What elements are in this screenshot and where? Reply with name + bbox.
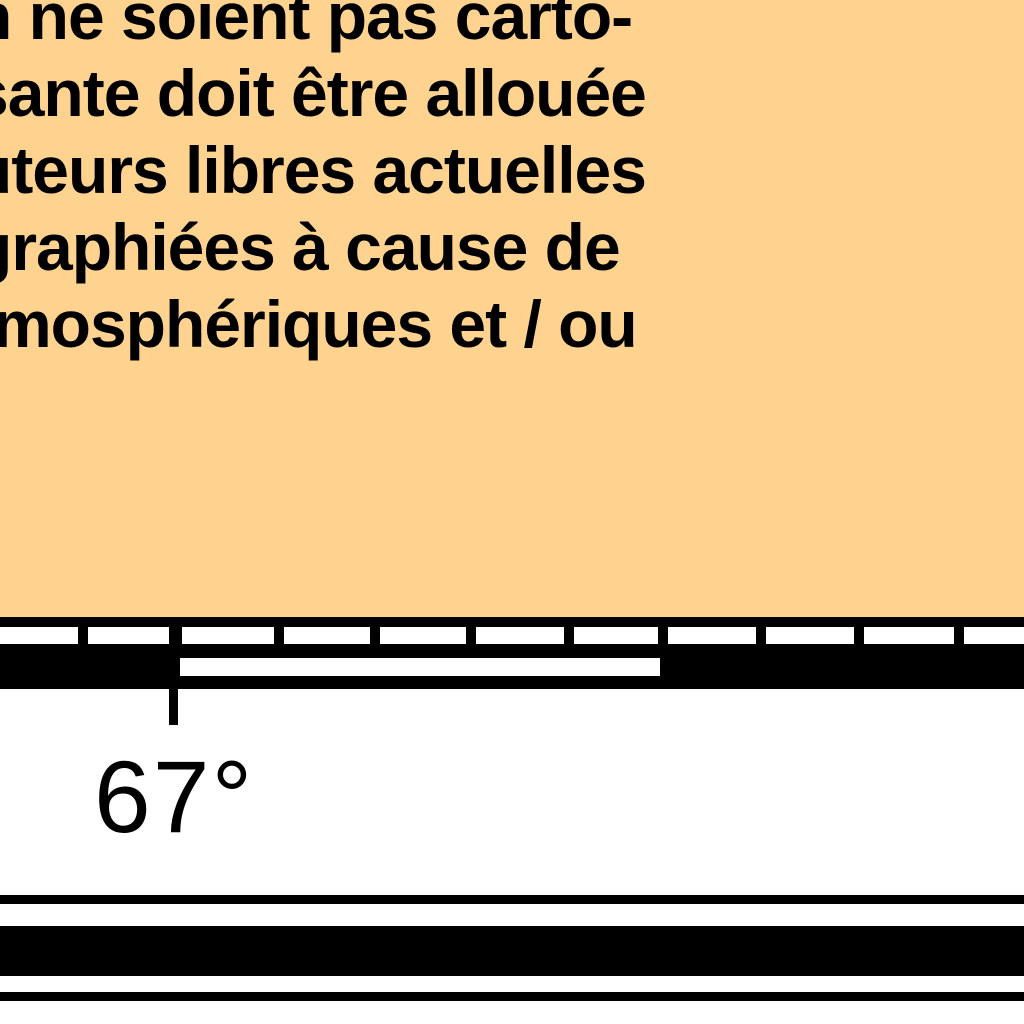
legend-line-1: n ne soient pas carto- bbox=[0, 0, 633, 53]
latitude-label: 67° bbox=[94, 740, 255, 854]
map-frame-band bbox=[0, 926, 1024, 976]
border-segment bbox=[476, 627, 564, 644]
map-frame-line bbox=[0, 895, 1024, 904]
legend-line-3: uteurs libres actuelles bbox=[0, 133, 647, 207]
legend-line-4: graphiées à cause de bbox=[0, 210, 621, 284]
latitude-tick bbox=[169, 620, 178, 725]
border-segment bbox=[182, 627, 274, 644]
border-segment bbox=[864, 627, 954, 644]
border-segment bbox=[766, 627, 854, 644]
border-segment bbox=[0, 627, 78, 644]
legend-line-2: sante doit être allouée bbox=[0, 56, 647, 130]
legend-box: n ne soient pas carto- sante doit être a… bbox=[0, 0, 1024, 620]
map-sheet: n ne soient pas carto- sante doit être a… bbox=[0, 0, 1024, 1024]
border-segment bbox=[284, 627, 370, 644]
legend-line-5: tmosphériques et / ou bbox=[0, 287, 638, 361]
border-segment bbox=[574, 627, 658, 644]
border-segment bbox=[380, 627, 466, 644]
border-segment bbox=[88, 627, 170, 644]
map-neatline-top bbox=[0, 617, 1024, 627]
border-segment bbox=[668, 627, 756, 644]
map-frame-line bbox=[0, 992, 1024, 1001]
border-segment bbox=[964, 627, 1024, 644]
border-inner-bar bbox=[180, 658, 660, 676]
legend-text: n ne soient pas carto- sante doit être a… bbox=[0, 0, 647, 363]
